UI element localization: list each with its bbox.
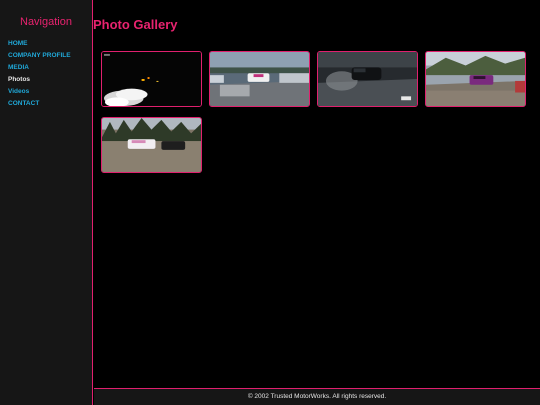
photo-thumbnail[interactable] xyxy=(101,117,202,173)
nav-item-contact[interactable]: CONTACT xyxy=(8,100,39,107)
nav-item-media[interactable]: MEDIA xyxy=(8,64,29,71)
photo-track-drift xyxy=(210,52,309,106)
photo-thumbnail[interactable] xyxy=(425,51,526,107)
nav-item-company-profile[interactable]: COMPANY PROFILE xyxy=(8,52,71,59)
photo-dark-car xyxy=(318,52,417,106)
page-title: Photo Gallery xyxy=(93,17,178,32)
footer: © 2002 Trusted MotorWorks. All rights re… xyxy=(94,388,540,405)
nav-item-videos[interactable]: Videos xyxy=(8,88,29,95)
nav-item-photos[interactable]: Photos xyxy=(8,76,30,83)
photo-mountain-road xyxy=(426,52,525,106)
nav-title: Navigation xyxy=(20,16,72,28)
photo-thumbnail[interactable] xyxy=(209,51,310,107)
photo-white-car-trees xyxy=(102,118,201,172)
photo-night-drift xyxy=(102,52,201,106)
nav-item-home[interactable]: HOME xyxy=(8,40,28,47)
photo-thumbnail[interactable] xyxy=(317,51,418,107)
photo-thumbnail[interactable] xyxy=(101,51,202,107)
sidebar: Navigation HOME COMPANY PROFILE MEDIA Ph… xyxy=(0,0,93,405)
nav-list: HOME COMPANY PROFILE MEDIA Photos Videos… xyxy=(0,35,92,107)
